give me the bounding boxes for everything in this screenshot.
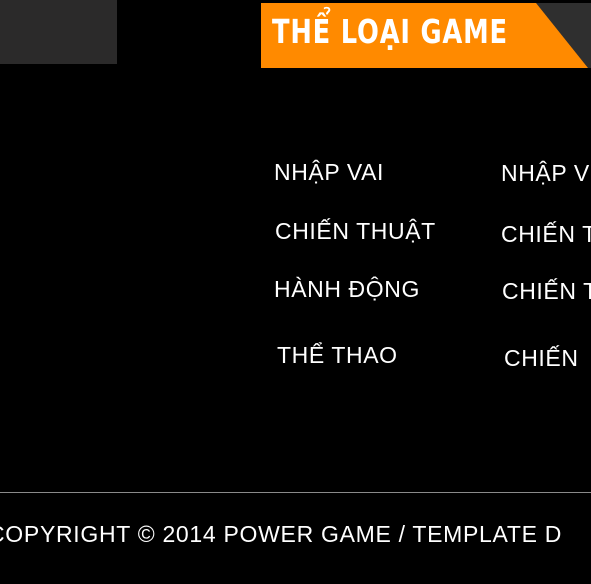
genre-link-right-1[interactable]: NHẬP V: [501, 160, 590, 187]
category-header: THỂ LOẠI GAME: [261, 3, 591, 68]
footer-copyright: COPYRIGHT © 2014 POWER GAME / TEMPLATE D: [0, 521, 563, 547]
category-title: THỂ LOẠI GAME: [272, 12, 508, 51]
genre-link-hanh-dong[interactable]: HÀNH ĐỘNG: [274, 276, 420, 303]
genre-link-right-2[interactable]: CHIẾN T: [501, 221, 591, 248]
top-left-panel: [0, 0, 117, 64]
genre-link-nhap-vai[interactable]: NHẬP VAI: [274, 159, 384, 186]
genre-link-right-3[interactable]: CHIẾN T: [502, 278, 591, 305]
genre-link-chien-thuat[interactable]: CHIẾN THUẬT: [275, 218, 436, 245]
footer-divider: [0, 492, 591, 493]
genre-link-the-thao[interactable]: THỂ THAO: [277, 342, 398, 369]
genre-link-right-4[interactable]: CHIẾN: [504, 345, 579, 372]
